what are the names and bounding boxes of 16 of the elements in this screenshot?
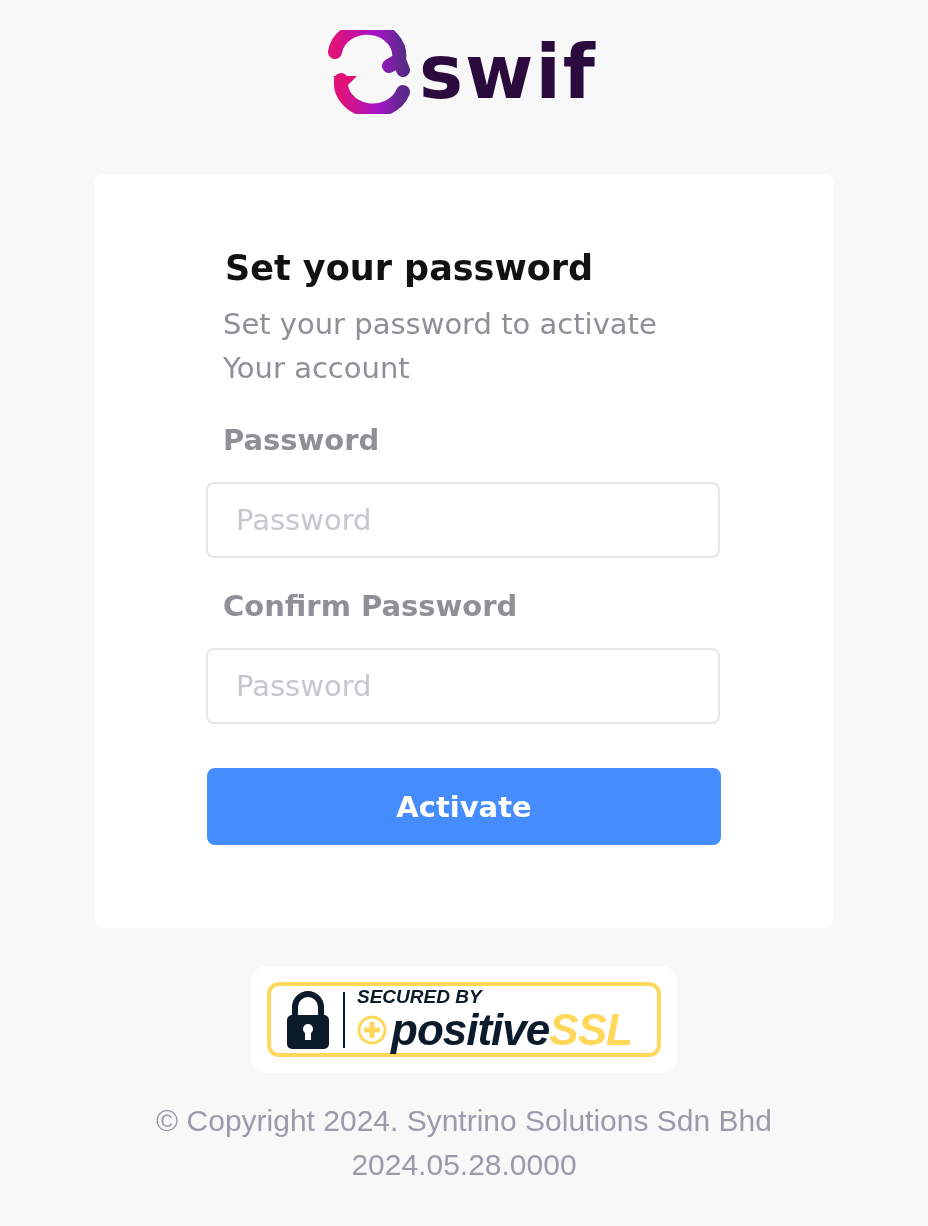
copyright-text: © Copyright 2024. Syntrino Solutions Sdn Bhd bbox=[156, 1103, 772, 1139]
brand-accent-text: SSL bbox=[549, 1006, 632, 1053]
logo-icon bbox=[327, 30, 411, 114]
version-text: 2024.05.28.0000 bbox=[351, 1147, 577, 1183]
password-field[interactable]: Password bbox=[206, 482, 720, 558]
secured-by-text: SECURED BY bbox=[357, 986, 484, 1007]
activate-button[interactable]: Activate bbox=[207, 768, 721, 845]
field-label: Password bbox=[223, 422, 381, 459]
logo-text: swif bbox=[419, 32, 597, 112]
form-title: Set your password bbox=[225, 247, 595, 290]
field-label: Confirm Password bbox=[223, 588, 519, 625]
padlock-icon bbox=[285, 990, 331, 1049]
plus-icon bbox=[357, 1014, 387, 1045]
password-field[interactable]: Password bbox=[206, 648, 720, 724]
form-subtitle: Set your password to activate Your account bbox=[223, 306, 658, 387]
brand-text: positive bbox=[391, 1006, 550, 1053]
